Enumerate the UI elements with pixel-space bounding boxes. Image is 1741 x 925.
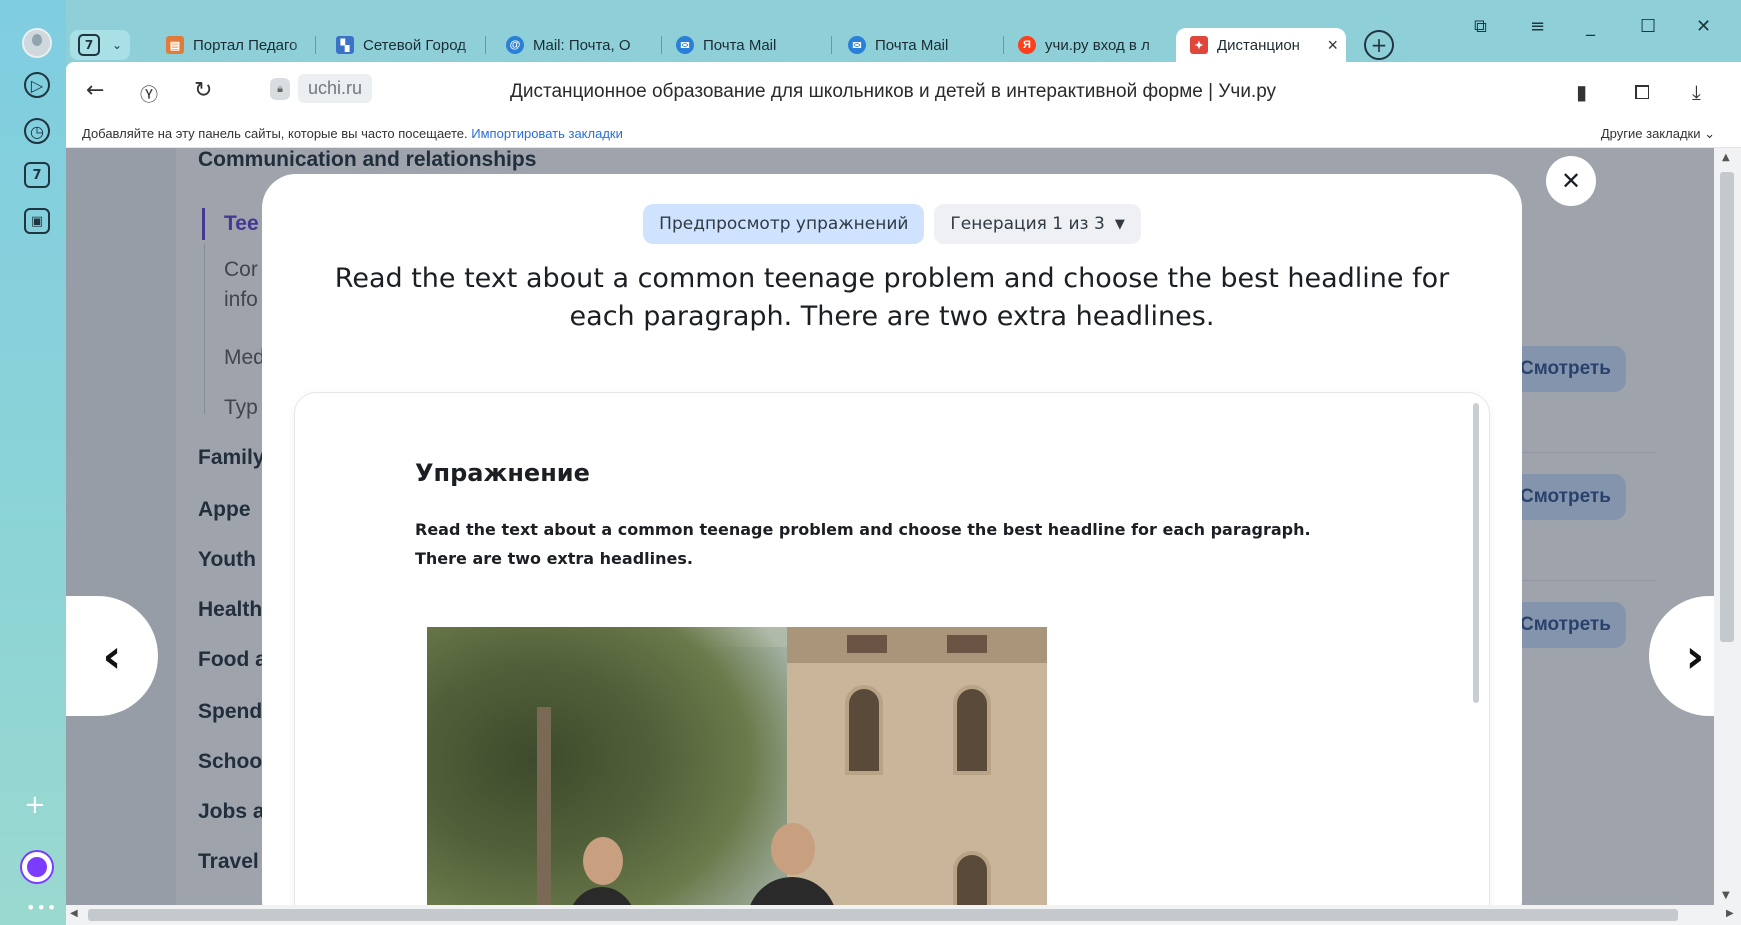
horizontal-scrollbar[interactable]: ◀ ▶: [66, 905, 1741, 925]
reload-icon[interactable]: ↻: [194, 78, 212, 103]
tab-label: Почта Mail: [875, 36, 949, 54]
uchi-icon: ✦: [1190, 36, 1208, 54]
page-viewport: Communication and relationships Tee Cor …: [66, 148, 1741, 905]
mail-icon: ✉: [848, 36, 866, 54]
calendar-icon[interactable]: 7: [24, 162, 50, 188]
page-title: Дистанционное образование для школьников…: [510, 81, 1277, 102]
tab-label: учи.ру вход в л: [1045, 36, 1150, 54]
tab-label: Mail: Почта, О: [533, 36, 631, 54]
tab-label: Почта Mail: [703, 36, 777, 54]
bookmarks-hint-text: Добавляйте на эту панель сайты, которые …: [82, 126, 468, 141]
preview-tab[interactable]: Предпросмотр упражнений: [643, 204, 925, 244]
scroll-up-icon[interactable]: ▲: [1722, 152, 1730, 163]
modal-question: Read the text about a common teenage pro…: [334, 263, 1450, 332]
other-bookmarks-button[interactable]: Другие закладки ⌄: [1601, 126, 1715, 142]
exercise-photo: [427, 627, 1047, 905]
url-field[interactable]: 🔒︎ uchi.ru: [270, 74, 373, 103]
tab-count: 7: [78, 34, 100, 56]
tab-uchi-active[interactable]: ✦ Дистанцион ×: [1176, 28, 1346, 62]
close-window-icon[interactable]: ✕: [1696, 16, 1711, 37]
download-icon[interactable]: ⤓: [1692, 80, 1701, 104]
bookmark-icon[interactable]: ▮: [1576, 80, 1587, 104]
play-icon[interactable]: ▷: [24, 72, 50, 98]
minimize-icon[interactable]: _: [1586, 16, 1595, 37]
tab-uchi-login[interactable]: Я учи.ру вход в л: [1018, 28, 1172, 62]
profile-avatar[interactable]: [22, 28, 52, 58]
exercise-card: Упражнение Read the text about a common …: [294, 392, 1490, 905]
tab-count-button[interactable]: 7 ⌄: [70, 30, 131, 60]
lock-icon: 🔒︎: [270, 77, 290, 100]
exercise-instructions: Read the text about a common teenage pro…: [415, 520, 1311, 568]
other-bookmarks-label: Другие закладки: [1600, 126, 1701, 141]
alice-assistant-icon[interactable]: [22, 852, 52, 882]
exercise-title: Упражнение: [415, 459, 590, 487]
scroll-down-icon[interactable]: ▼: [1722, 890, 1730, 901]
generation-select[interactable]: Генерация 1 из 3 ▼: [934, 204, 1141, 244]
import-bookmarks-link[interactable]: Импортировать закладки: [471, 126, 623, 141]
tab-portal[interactable]: ▤ Портал Педаго: [166, 28, 316, 62]
close-tab-icon[interactable]: ×: [1327, 35, 1338, 56]
at-sign-icon: @: [506, 36, 524, 54]
more-icon[interactable]: •••: [26, 898, 57, 917]
new-tab-button[interactable]: +: [1364, 30, 1394, 60]
exercise-preview-modal: Предпросмотр упражнений Генерация 1 из 3…: [262, 174, 1522, 905]
yandex-icon: Я: [1018, 36, 1036, 54]
address-bar: ← Ⓨ ↻ 🔒︎ uchi.ru Дистанционное образован…: [66, 62, 1741, 122]
add-panel-icon[interactable]: +: [24, 792, 46, 818]
maximize-icon[interactable]: ☐: [1640, 16, 1656, 37]
tab-mail-1[interactable]: ✉ Почта Mail: [676, 28, 832, 62]
screenshot-icon[interactable]: ▣: [24, 208, 50, 234]
extensions-icon[interactable]: ⧠: [1634, 80, 1650, 104]
card-scrollbar[interactable]: [1473, 403, 1479, 703]
bookmarks-hint: Добавляйте на эту панель сайты, которые …: [82, 126, 623, 141]
browser-sidebar: ▷ ◷ 7 ▣ + •••: [0, 0, 66, 925]
chevron-down-icon: ▼: [1114, 216, 1125, 232]
tab-label: Дистанцион: [1217, 36, 1300, 54]
bookmarks-bar: Добавляйте на эту панель сайты, которые …: [66, 122, 1741, 148]
menu-icon[interactable]: ≡: [1530, 16, 1545, 37]
url-domain: uchi.ru: [298, 74, 373, 103]
history-icon[interactable]: ◷: [24, 118, 50, 144]
yandex-home-icon[interactable]: Ⓨ: [140, 81, 158, 107]
vertical-scroll-thumb[interactable]: [1720, 172, 1734, 642]
generation-label: Генерация 1 из 3: [950, 214, 1105, 234]
tab-mail-ru[interactable]: @ Mail: Почта, О: [506, 28, 662, 62]
mail-icon: ✉: [676, 36, 694, 54]
city-network-icon: ▚: [336, 36, 354, 54]
modal-header: Предпросмотр упражнений Генерация 1 из 3…: [262, 204, 1522, 244]
tab-city-network[interactable]: ▚ Сетевой Город: [336, 28, 486, 62]
pin-icon[interactable]: ⧉: [1474, 16, 1487, 37]
horizontal-scroll-thumb[interactable]: [88, 909, 1678, 921]
vertical-scrollbar[interactable]: ▲ ▼: [1714, 148, 1741, 905]
tab-label: Портал Педаго: [193, 36, 298, 54]
tab-label: Сетевой Город: [363, 36, 466, 54]
chevron-down-icon: ⌄: [112, 38, 123, 52]
back-icon[interactable]: ←: [86, 78, 104, 103]
close-icon[interactable]: ✕: [1546, 156, 1596, 206]
doc-portal-icon: ▤: [166, 36, 184, 54]
tab-mail-2[interactable]: ✉ Почта Mail: [848, 28, 1004, 62]
scroll-right-icon[interactable]: ▶: [1726, 908, 1734, 919]
scroll-left-icon[interactable]: ◀: [70, 908, 78, 919]
